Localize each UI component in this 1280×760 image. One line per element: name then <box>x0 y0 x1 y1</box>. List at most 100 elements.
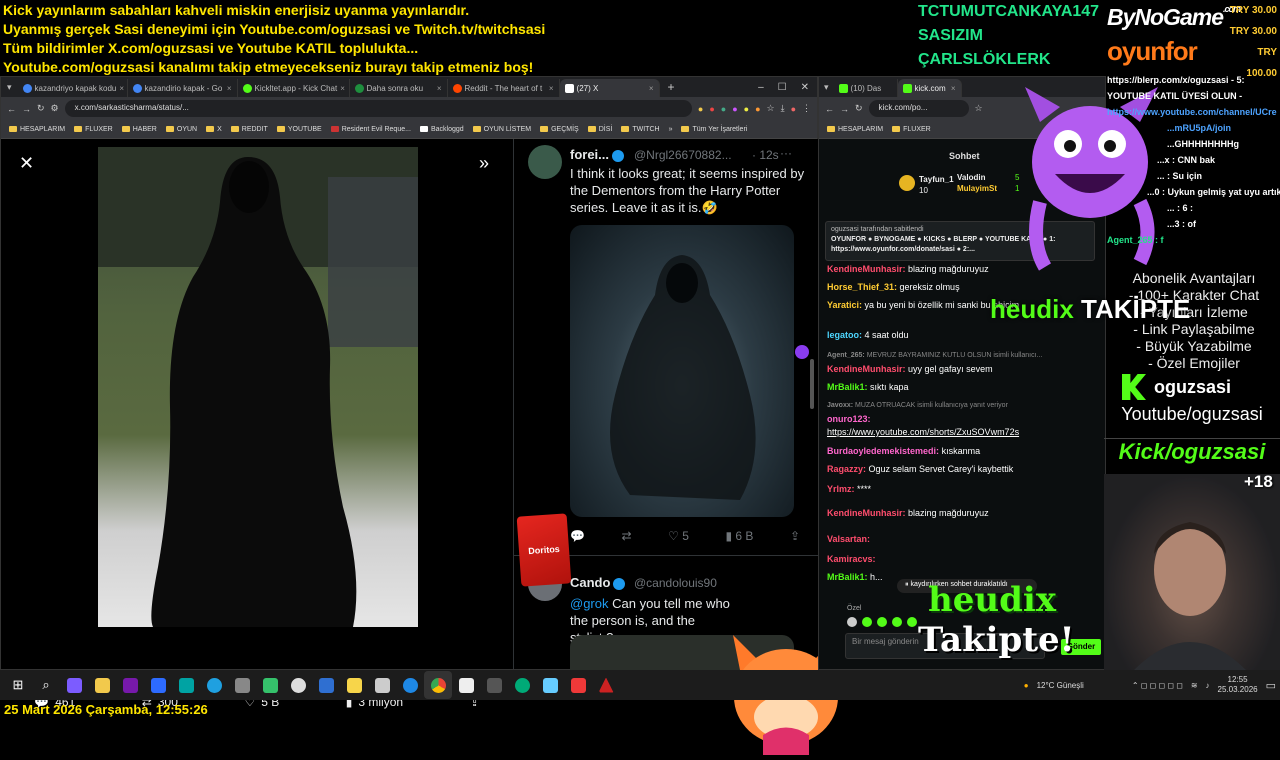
share-icon[interactable]: ⇪ <box>790 529 800 543</box>
all-bookmarks[interactable]: Tüm Yer İşaretleri <box>681 126 747 133</box>
reply-author-name[interactable]: forei... <box>570 147 625 162</box>
chat-username[interactable]: KendineMunhasir: <box>827 264 906 274</box>
chat-username[interactable]: Ragazzy: <box>827 464 866 474</box>
bookmark-link[interactable]: Backloggd <box>419 126 464 133</box>
forward-icon[interactable]: → <box>22 104 31 114</box>
bookmark-folder[interactable]: DİSİ <box>587 126 612 133</box>
more-bookmarks-icon[interactable]: » <box>669 126 673 133</box>
reply-author-handle[interactable]: @Nrgl26670882... <box>634 148 756 162</box>
app-icon[interactable] <box>368 671 396 699</box>
browser-tab[interactable]: Reddit - The heart of t × <box>448 79 560 97</box>
app-icon[interactable] <box>452 671 480 699</box>
app-icon[interactable] <box>536 671 564 699</box>
app-icon[interactable] <box>172 671 200 699</box>
chat-username[interactable]: Yaratici: <box>827 300 862 310</box>
repost-icon[interactable]: ⇄ <box>622 529 632 543</box>
maximize-icon[interactable]: ☐ <box>778 82 787 93</box>
emote-icon[interactable] <box>907 617 917 627</box>
chat-username[interactable]: MrBalik1: <box>827 572 868 582</box>
notification-icon[interactable]: ▭ <box>1266 679 1276 692</box>
edge-icon[interactable] <box>200 671 228 699</box>
reply-icon[interactable]: 💬 <box>570 529 585 543</box>
bookmark-folder[interactable]: FLUXER <box>74 126 113 133</box>
minimize-icon[interactable]: – <box>758 82 764 93</box>
chat-username[interactable]: Yrlmz: <box>827 484 855 494</box>
bookmark-folder[interactable]: YOUTUBE <box>276 126 322 133</box>
bookmark-folder[interactable]: GEÇMİŞ <box>540 126 579 133</box>
close-icon[interactable]: × <box>649 84 654 93</box>
more-options-icon[interactable]: ··· <box>780 146 792 160</box>
views-button[interactable]: ▮ 6 B <box>725 529 753 543</box>
emote-icon[interactable] <box>877 617 887 627</box>
search-icon[interactable]: ⌕ <box>32 671 60 699</box>
bookmark-folder[interactable]: OYUN <box>165 126 197 133</box>
app-icon[interactable] <box>592 671 620 699</box>
reload-icon[interactable]: ↻ <box>37 103 45 114</box>
camera-icon[interactable] <box>228 671 256 699</box>
chat-message[interactable]: KendineMunhasir: uyy gel gafayı sevem <box>827 363 1099 376</box>
browser-tab-active[interactable]: (27) X × <box>559 79 660 97</box>
chat-message[interactable]: legatoo: 4 saat oldu <box>827 329 1099 342</box>
reply-author-name[interactable]: Cando <box>570 575 626 590</box>
expand-replies-icon[interactable]: » <box>479 153 489 174</box>
chat-message[interactable]: Yrlmz: **** <box>827 483 1099 496</box>
chat-message[interactable]: Burdaoyledemekistemedi: kıskanma <box>827 445 1099 458</box>
chat-username[interactable]: legatoo: <box>827 330 862 340</box>
bookmark-folder[interactable]: X <box>206 126 222 133</box>
vivaldi-icon[interactable] <box>564 671 592 699</box>
emote-icon[interactable] <box>847 617 857 627</box>
emote-icon[interactable] <box>892 617 902 627</box>
close-icon[interactable]: × <box>549 84 554 93</box>
onenote-icon[interactable] <box>116 671 144 699</box>
chat-username[interactable]: KendineMunhasir: <box>827 508 906 518</box>
avatar[interactable] <box>528 145 562 179</box>
like-button[interactable]: ♡ 5 <box>668 529 689 543</box>
chat-username[interactable]: Javoxx: <box>827 402 853 409</box>
url-field[interactable]: x.com/sarkasticsharma/status/... <box>64 100 692 117</box>
chat-username[interactable]: onuro123: <box>827 414 871 424</box>
wifi-icon[interactable]: ≋ <box>1191 681 1198 690</box>
chat-username[interactable]: KendineMunhasir: <box>827 364 906 374</box>
leader-name[interactable]: MulayimSt <box>957 184 997 193</box>
close-window-icon[interactable]: ✕ <box>801 82 809 93</box>
chat-username[interactable]: Burdaoyledemekistemedi: <box>827 446 939 456</box>
extension-icon[interactable]: ● <box>698 104 703 114</box>
close-icon[interactable]: × <box>437 84 442 93</box>
bookmark-folder[interactable]: HESAPLARIM <box>9 126 65 133</box>
browser-tab-active[interactable]: kick.com × <box>897 79 962 97</box>
extension-icon[interactable]: ● <box>744 104 749 114</box>
chat-message[interactable]: Ragazzy: Oguz selam Servet Carey'i kaybe… <box>827 463 1099 476</box>
chat-username[interactable]: Agent_265: <box>827 352 865 359</box>
emote-icon[interactable] <box>862 617 872 627</box>
extension-icon[interactable]: ● <box>709 104 714 114</box>
url-field[interactable]: kick.com/po... <box>868 100 969 117</box>
app-icon[interactable] <box>312 671 340 699</box>
bookmark-star-icon[interactable]: ☆ <box>975 103 983 114</box>
reload-icon[interactable]: ↻ <box>855 103 863 114</box>
chat-message[interactable]: Agent_265: MEVRUZ BAYRAMINIZ KUTLU OLSUN… <box>827 349 1099 362</box>
tab-search-icon[interactable]: ▾ <box>819 82 834 93</box>
leader-name[interactable]: Tayfun_1 <box>919 175 954 184</box>
new-tab-button[interactable]: + <box>660 80 683 94</box>
chat-message[interactable]: Horse_Thief_31: gereksiz olmuş <box>827 281 1099 294</box>
chat-username[interactable]: Kamiracvs: <box>827 554 876 564</box>
chat-message[interactable]: Valsartan: <box>827 533 1099 546</box>
leader-name[interactable]: Valodin <box>957 173 985 182</box>
browser-tab[interactable]: (10) Das <box>834 79 898 97</box>
reply-image-dementor[interactable] <box>570 225 794 517</box>
browser-tab[interactable]: Daha sonra oku × <box>350 79 448 97</box>
bookmark-link[interactable]: Resident Evil Reque... <box>330 126 411 133</box>
bookmark-folder[interactable]: HESAPLARIM <box>827 126 883 133</box>
extension-icon[interactable]: ● <box>721 104 726 114</box>
close-icon[interactable]: × <box>227 84 232 93</box>
bookmark-star-icon[interactable]: ☆ <box>767 103 775 114</box>
bookmark-folder[interactable]: FLUXER <box>892 126 931 133</box>
extension-icon[interactable]: ● <box>732 104 737 114</box>
chat-message[interactable]: onuro123: https://www.youtube.com/shorts… <box>827 413 1099 439</box>
chrome-icon[interactable] <box>424 671 452 699</box>
back-icon[interactable]: ← <box>7 104 16 114</box>
chat-message[interactable]: Javoxx: MUZA OTRUACAK isimli kullanıcıya… <box>827 399 1099 412</box>
scrollbar[interactable] <box>810 359 814 409</box>
close-icon[interactable]: × <box>951 84 956 93</box>
browser-tab[interactable]: kazandirio kapak - Go × <box>128 79 238 97</box>
